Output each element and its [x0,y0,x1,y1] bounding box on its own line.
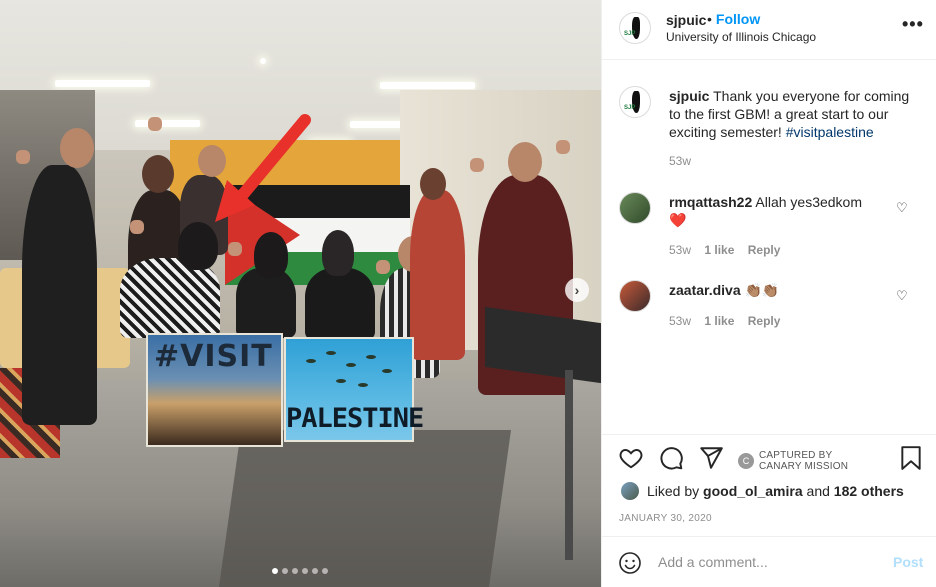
carousel-dot[interactable] [312,568,318,574]
comment-item: rmqattash22 Allah yes3edkom ❤️ ♡ 53w 1 l… [619,192,919,262]
ceiling-light [260,58,266,64]
avatar[interactable] [619,192,651,224]
hashtag-link[interactable]: #visitpalestine [786,124,874,140]
header-username[interactable]: sjpuic [666,12,706,28]
canary-text: CAPTURED BY CANARY MISSION [759,450,848,472]
carousel-dot[interactable] [322,568,328,574]
instagram-post: #VISIT PALESTINE › SJP sjpuic • Follow U… [0,0,936,587]
person [120,258,220,338]
carousel-dot[interactable] [292,568,298,574]
add-comment-bar: Add a comment... Post [602,536,936,587]
location-link[interactable]: University of Illinois Chicago [666,30,816,44]
red-arrow-icon [215,114,311,222]
post-side-panel: SJP sjpuic • Follow University of Illinoi… [601,0,936,587]
raised-fist [470,158,484,172]
comment-body: Allah yes3edkom [755,194,863,210]
caption-age[interactable]: 53w [669,154,691,168]
person-head [322,230,354,276]
palestine-sign-text: PALESTINE [286,403,424,434]
person-head [420,168,446,200]
chair-leg [565,370,573,560]
post-date[interactable]: JANUARY 30, 2020 [619,513,712,524]
visit-sign: #VISIT [146,333,283,447]
canary-mission-watermark: C CAPTURED BY CANARY MISSION [738,450,848,472]
comment-age[interactable]: 53w [669,314,691,328]
comment-item: zaatar.diva 👏🏽👏🏽 ♡ 53w 1 like Reply [619,280,919,340]
liked-by-and: and [802,483,834,499]
captured-line-1: CAPTURED BY [759,450,833,461]
visit-sign-text: #VISIT [154,339,273,374]
caption-text: sjpuic Thank you everyone for coming to … [669,87,914,141]
person-head [508,142,542,182]
avatar[interactable]: SJP [619,86,651,118]
follow-label: Follow [715,11,761,27]
person-head [60,128,94,168]
carousel-dot[interactable] [272,568,278,574]
chevron-right-icon: › [574,282,580,298]
bookmark-icon[interactable] [898,445,924,471]
liker-avatar[interactable] [621,482,639,500]
post-header: SJP sjpuic • Follow University of Illinoi… [602,0,936,60]
carousel-dots [272,568,328,574]
post-button[interactable]: Post [893,554,923,570]
ceiling-light [55,80,150,87]
liked-by-prefix: Liked by [647,483,700,499]
raised-fist [148,117,162,131]
carousel-dot[interactable] [282,568,288,574]
separator-dot: • [707,11,712,27]
avatar[interactable] [619,280,651,312]
person-head [142,155,174,193]
palestine-sign: PALESTINE [284,337,424,442]
raised-fist [16,150,30,164]
caption-meta: 53w [669,154,701,168]
post-photo[interactable]: #VISIT PALESTINE › [0,0,601,587]
ceiling-light [380,82,475,89]
reply-button[interactable]: Reply [748,314,781,328]
comment-meta: 53w 1 like Reply [669,243,790,257]
liked-by-others[interactable]: 182 others [834,483,904,499]
ceiling-light [135,120,200,127]
comment-text: rmqattash22 Allah yes3edkom ❤️ [669,193,914,229]
follow-button[interactable]: • Follow [707,11,760,27]
comment-emoji: ❤️ [669,212,687,228]
action-bar: C CAPTURED BY CANARY MISSION Liked by go… [602,434,936,544]
comment-likes[interactable]: 1 like [704,314,734,328]
raised-fist [376,260,390,274]
comment-username[interactable]: rmqattash22 [669,194,752,210]
reply-button[interactable]: Reply [748,243,781,257]
floor-stripe [218,430,512,587]
person [305,268,375,340]
comment-meta: 53w 1 like Reply [669,314,790,328]
liked-by-user[interactable]: good_ol_amira [703,483,803,499]
raised-fist [556,140,570,154]
share-icon[interactable] [698,445,724,471]
comment-likes[interactable]: 1 like [704,243,734,257]
comment-input[interactable]: Add a comment... [658,554,768,570]
person [22,165,97,425]
more-icon[interactable]: ••• [902,14,924,35]
comment-age[interactable]: 53w [669,243,691,257]
comment-icon[interactable] [658,445,684,471]
raised-fist [130,220,144,234]
raised-fist [228,242,242,256]
carousel-dot[interactable] [302,568,308,574]
comment-like-heart-icon[interactable]: ♡ [896,200,908,216]
person [410,190,465,360]
comment-username[interactable]: zaatar.diva [669,282,741,298]
person [236,268,296,338]
canary-logo-icon: C [738,453,754,469]
liked-by: Liked by good_ol_amira and 182 others [621,482,904,500]
comment-like-heart-icon[interactable]: ♡ [896,288,908,304]
emoji-icon[interactable] [618,551,642,575]
heart-icon[interactable] [618,445,644,471]
person-head [254,232,288,278]
comment-text: zaatar.diva 👏🏽👏🏽 [669,281,914,299]
captured-line-2: CANARY MISSION [759,461,849,472]
avatar[interactable]: SJP [619,12,651,44]
comment-emoji: 👏🏽👏🏽 [744,282,780,298]
caption-username[interactable]: sjpuic [669,88,709,104]
caption: SJP sjpuic Thank you everyone for coming… [619,86,919,176]
carousel-next-button[interactable]: › [565,278,589,302]
